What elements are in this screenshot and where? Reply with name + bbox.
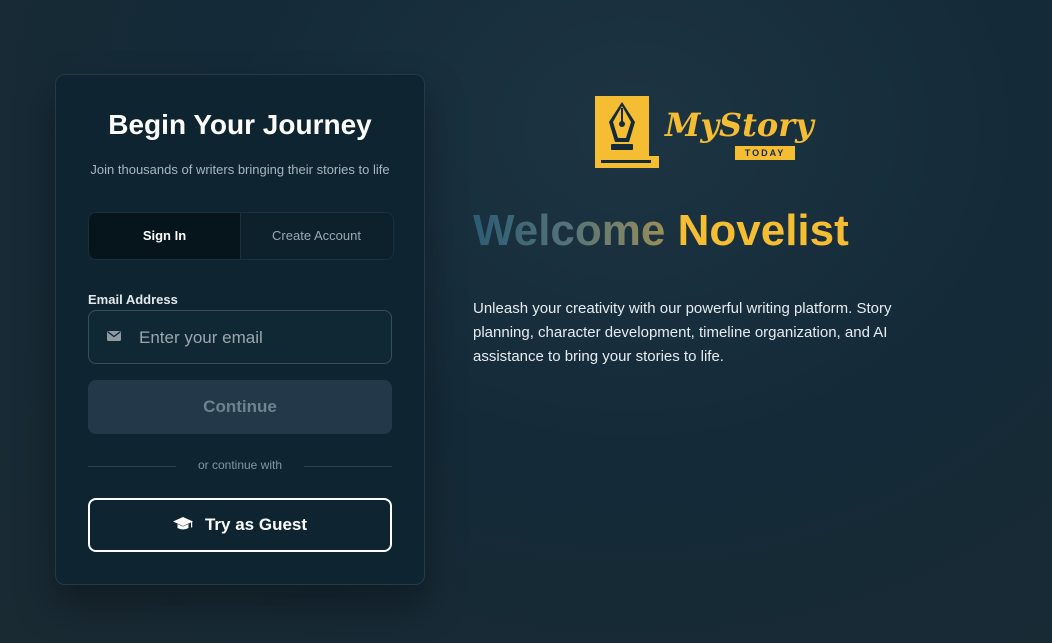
divider-right bbox=[304, 466, 392, 467]
welcome-description: Unleash your creativity with our powerfu… bbox=[473, 300, 892, 365]
divider-text: or continue with bbox=[197, 458, 283, 472]
try-as-guest-button[interactable]: Try as Guest bbox=[88, 498, 392, 552]
novelist-word: Novelist bbox=[677, 206, 849, 255]
envelope-icon bbox=[107, 331, 121, 341]
auth-card: Begin Your Journey Join thousands of wri… bbox=[55, 74, 425, 585]
mystory-logo: MyStory TODAY bbox=[593, 94, 814, 170]
email-input[interactable] bbox=[137, 311, 381, 365]
card-subtitle: Join thousands of writers bringing their… bbox=[90, 162, 390, 177]
welcome-heading: Welcome Novelist bbox=[473, 206, 849, 256]
logo-wordmark: MyStory bbox=[665, 106, 814, 144]
continue-button[interactable]: Continue bbox=[88, 380, 392, 434]
email-field-wrapper bbox=[88, 310, 392, 365]
guest-label: Try as Guest bbox=[204, 515, 308, 534]
tab-sign-in[interactable]: Sign In bbox=[89, 213, 241, 259]
auth-tabs: Sign In Create Account bbox=[88, 212, 394, 260]
welcome-word: Welcome bbox=[473, 206, 666, 255]
logo-subtitle: TODAY bbox=[735, 146, 795, 160]
graduation-cap-icon bbox=[172, 516, 193, 530]
pen-nib-icon bbox=[595, 96, 659, 168]
card-title: Begin Your Journey bbox=[108, 109, 372, 140]
tab-create-account[interactable]: Create Account bbox=[241, 213, 392, 259]
email-label: Email Address bbox=[88, 292, 178, 307]
